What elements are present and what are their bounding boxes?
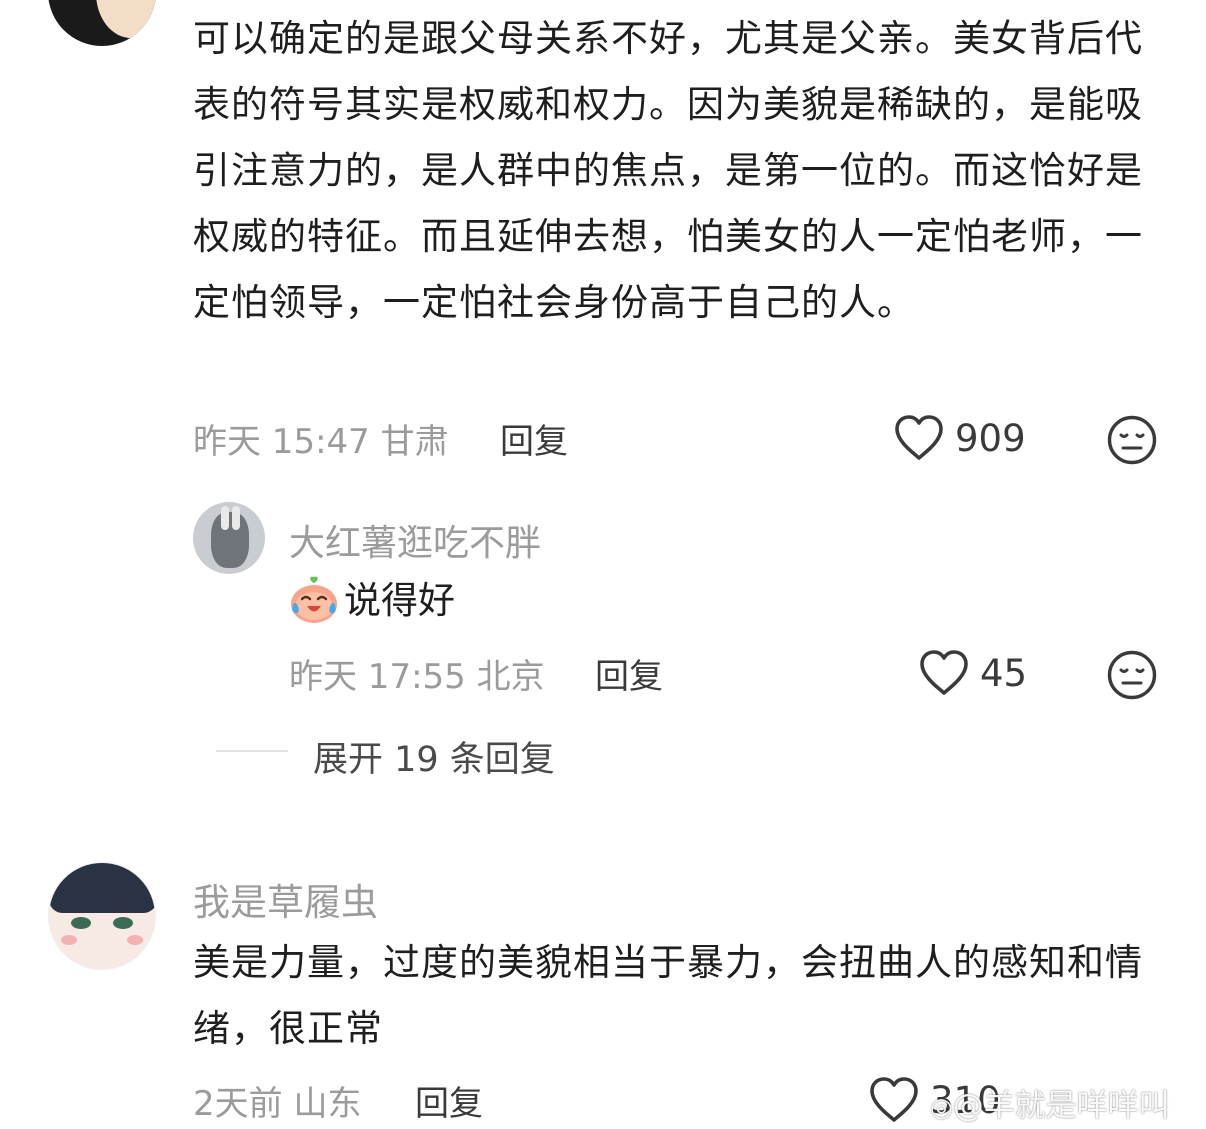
heart-outline-icon [895, 415, 943, 460]
avatar-face [96, 0, 156, 38]
reply-meta: 昨天 17:55 北京 [289, 657, 545, 697]
avatar-figure [211, 512, 249, 568]
comment-username[interactable]: 我是草履虫 [193, 872, 378, 926]
avatar-ear [232, 506, 240, 530]
avatar-ear [221, 506, 229, 530]
avatar[interactable] [48, 0, 156, 46]
avatar-hair [49, 863, 155, 913]
reply-button[interactable]: 回复 [595, 649, 663, 698]
watermark: ◎@羊就是咩咩叫 [930, 1080, 1170, 1125]
comment-meta: 2天前 山东 [193, 1084, 362, 1124]
reply-username[interactable]: 大红薯逛吃不胖 [289, 514, 541, 566]
comment-text: 可以确定的是跟父母关系不好，尤其是父亲。美女背后代表的符号其实是权威和权力。因为… [193, 17, 1143, 324]
heart-outline-icon [870, 1077, 918, 1122]
like-count: 45 [980, 651, 1028, 695]
heart-outline-icon [920, 650, 968, 695]
avatar-blush [127, 935, 143, 945]
crying-laugh-emoji-icon [291, 576, 337, 623]
expand-replies-button[interactable]: 展开 19 条回复 [313, 731, 555, 782]
avatar-eye [71, 917, 91, 929]
reply-button[interactable]: 回复 [500, 414, 568, 463]
reply-text: 说得好 [344, 579, 455, 622]
reply-avatar[interactable] [193, 502, 265, 574]
expand-divider [216, 750, 288, 752]
meh-face-icon[interactable] [1106, 649, 1158, 701]
weibo-logo-icon: ◎ [930, 1093, 953, 1123]
meh-face-icon[interactable] [1106, 414, 1158, 466]
like-button[interactable]: 45 [918, 649, 1027, 697]
comment-text: 美是力量，过度的美貌相当于暴力，会扭曲人的感知和情绪，很正常 [193, 941, 1143, 1050]
comment-meta: 昨天 15:47 甘肃 [193, 422, 449, 462]
avatar-eye [113, 917, 133, 929]
like-button[interactable]: 909 [893, 414, 1026, 462]
avatar-blush [61, 935, 77, 945]
like-count: 909 [955, 416, 1026, 460]
reply-button[interactable]: 回复 [415, 1076, 483, 1125]
watermark-text: @羊就是咩咩叫 [952, 1088, 1170, 1124]
avatar[interactable] [48, 862, 156, 970]
